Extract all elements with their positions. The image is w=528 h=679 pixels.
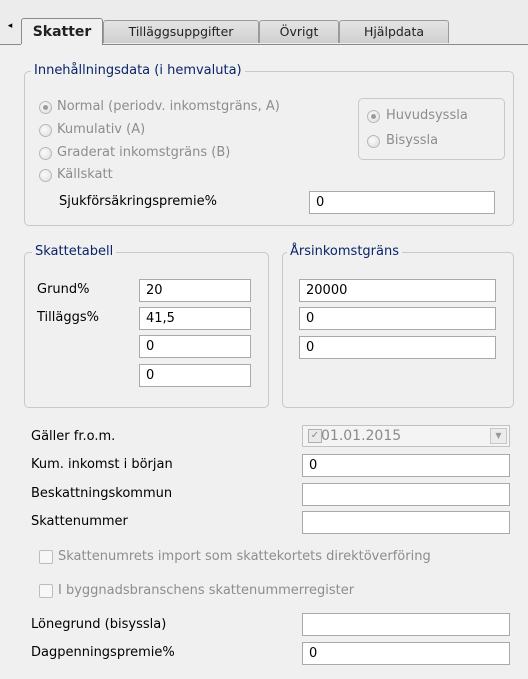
radio-huvudsyssla-label: Huvudsyssla xyxy=(386,108,468,123)
tab-tillaggsuppgifter[interactable]: Tilläggsuppgifter xyxy=(103,20,259,43)
construction-checkbox[interactable] xyxy=(39,584,53,598)
additional-percent-field[interactable]: 41,5 xyxy=(139,307,251,330)
construction-checkbox-label: I byggnadsbranschens skattenummerregiste… xyxy=(58,583,355,598)
tab-scroll-left-icon[interactable]: ◂ xyxy=(3,19,17,33)
radio-graderat[interactable] xyxy=(39,147,52,160)
radio-kallskatt[interactable] xyxy=(39,169,52,182)
daily-allowance-label: Dagpenningspremie% xyxy=(31,645,175,660)
annual-income-limit-field-3[interactable]: 0 xyxy=(299,336,496,359)
municipality-field[interactable] xyxy=(302,483,510,506)
withholding-group-title: Innehållningsdata (i hemvaluta) xyxy=(31,63,245,79)
sickness-premium-label: Sjukförsäkringspremie% xyxy=(59,194,217,209)
radio-normal-label: Normal (periodv. inkomstgräns, A) xyxy=(57,99,280,114)
tab-ovrigt[interactable]: Övrigt xyxy=(259,20,339,43)
valid-from-label: Gäller fr.o.m. xyxy=(31,429,116,444)
cumulative-income-field[interactable]: 0 xyxy=(302,454,510,477)
valid-from-checkbox[interactable]: ✓ xyxy=(308,429,322,443)
tax-number-field[interactable] xyxy=(302,511,510,534)
salary-basis-label: Lönegrund (bisyssla) xyxy=(31,617,167,632)
radio-kumulativ-label: Kumulativ (A) xyxy=(57,122,146,137)
radio-graderat-label: Graderat inkomstgräns (B) xyxy=(57,145,231,160)
tab-skatter[interactable]: Skatter xyxy=(21,18,103,45)
tab-hjalpdata[interactable]: Hjälpdata xyxy=(339,20,449,43)
annual-income-limit-field-1[interactable]: 20000 xyxy=(299,279,496,302)
additional-percent-label: Tilläggs% xyxy=(37,310,99,325)
annual-income-limit-group-title: Årsinkomstgräns xyxy=(287,244,402,260)
base-percent-label: Grund% xyxy=(37,282,90,297)
radio-normal[interactable] xyxy=(39,101,52,114)
radio-kumulativ[interactable] xyxy=(39,124,52,137)
sickness-premium-field[interactable]: 0 xyxy=(309,191,495,214)
municipality-label: Beskattningskommun xyxy=(31,486,173,501)
salary-basis-field[interactable] xyxy=(302,613,510,636)
chevron-down-icon[interactable]: ▼ xyxy=(490,428,507,444)
radio-bisyssla-label: Bisyssla xyxy=(386,133,439,148)
base-percent-field[interactable]: 20 xyxy=(139,279,251,302)
radio-kallskatt-label: Källskatt xyxy=(57,167,113,182)
valid-from-value: 01.01.2015 xyxy=(321,428,402,444)
tax-table-extra-field-1[interactable]: 0 xyxy=(139,335,251,358)
daily-allowance-field[interactable]: 0 xyxy=(302,642,510,665)
import-checkbox-label: Skattenumrets import som skattekortets d… xyxy=(58,549,431,564)
radio-bisyssla[interactable] xyxy=(367,135,380,148)
annual-income-limit-field-2[interactable]: 0 xyxy=(299,307,496,330)
import-checkbox[interactable] xyxy=(39,550,53,564)
tax-table-group-title: Skattetabell xyxy=(32,244,117,260)
valid-from-date-picker[interactable]: ✓ 01.01.2015 ▼ xyxy=(302,425,510,447)
radio-huvudsyssla[interactable] xyxy=(367,110,380,123)
tab-bar: ◂ Tilläggsuppgifter Övrigt Hjälpdata Ska… xyxy=(0,0,528,45)
tax-number-label: Skattenummer xyxy=(31,514,128,529)
annual-income-limit-group xyxy=(282,252,514,408)
tax-table-extra-field-2[interactable]: 0 xyxy=(139,364,251,387)
cumulative-income-label: Kum. inkomst i början xyxy=(31,457,173,472)
